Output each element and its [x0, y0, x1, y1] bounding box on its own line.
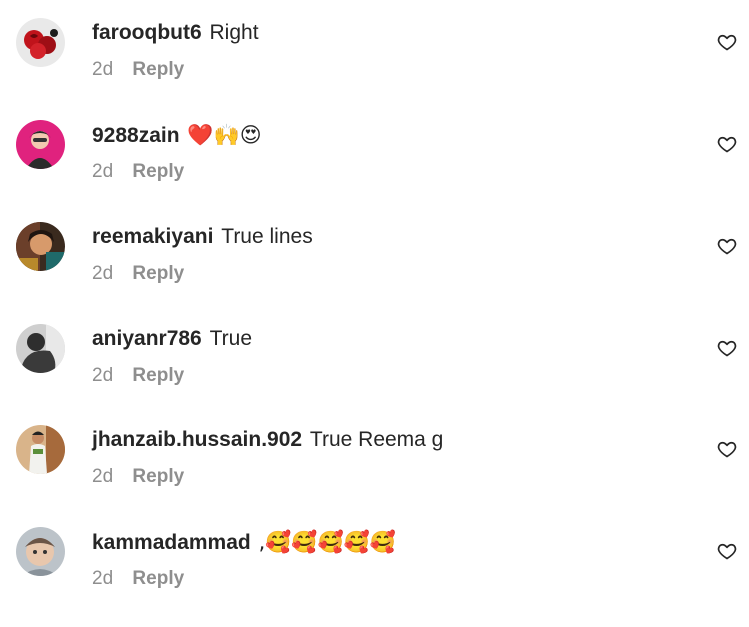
comment-meta: 2d Reply	[92, 567, 184, 591]
comment-meta: 2d Reply	[92, 58, 184, 82]
comment-username[interactable]: reemakiyani	[92, 225, 213, 248]
heart-outline-icon[interactable]	[717, 134, 739, 156]
comment-timestamp: 2d	[92, 568, 114, 589]
avatar[interactable]	[16, 120, 65, 169]
reply-button[interactable]: Reply	[132, 161, 184, 182]
comment-body: 9288zain ❤️🙌😍	[92, 122, 262, 149]
comment-username[interactable]: jhanzaib.hussain.902	[92, 428, 302, 451]
comment-item: kammadammad ,🥰🥰🥰🥰🥰 2d Reply	[0, 527, 749, 627]
comment-body: kammadammad ,🥰🥰🥰🥰🥰	[92, 529, 396, 556]
comment-username[interactable]: 9288zain	[92, 124, 180, 147]
heart-outline-icon[interactable]	[717, 439, 739, 461]
avatar[interactable]	[16, 425, 65, 474]
comment-meta: 2d Reply	[92, 364, 184, 388]
comment-meta: 2d Reply	[92, 465, 184, 489]
comment-item: reemakiyani True lines 2d Reply	[0, 222, 749, 322]
reply-button[interactable]: Reply	[132, 466, 184, 487]
comment-timestamp: 2d	[92, 466, 114, 487]
comment-item: aniyanr786 True 2d Reply	[0, 324, 749, 424]
comment-item: jhanzaib.hussain.902 True Reema g 2d Rep…	[0, 425, 749, 525]
comment-body: jhanzaib.hussain.902 True Reema g	[92, 427, 443, 453]
comment-text: ❤️🙌😍	[187, 123, 262, 147]
comment-list: farooqbut6 Right 2d Reply 9288zain ❤️🙌😍	[0, 0, 749, 608]
comment-text: True	[209, 327, 252, 350]
comment-body: aniyanr786 True	[92, 326, 252, 352]
avatar[interactable]	[16, 18, 65, 67]
comment-username[interactable]: aniyanr786	[92, 327, 202, 350]
reply-button[interactable]: Reply	[132, 59, 184, 80]
comment-text: ,🥰🥰🥰🥰🥰	[258, 530, 397, 554]
comment-timestamp: 2d	[92, 365, 114, 386]
avatar[interactable]	[16, 324, 65, 373]
comment-timestamp: 2d	[92, 59, 114, 80]
reply-button[interactable]: Reply	[132, 365, 184, 386]
comment-item: farooqbut6 Right 2d Reply	[0, 18, 749, 118]
heart-outline-icon[interactable]	[717, 32, 739, 54]
heart-outline-icon[interactable]	[717, 338, 739, 360]
comment-username[interactable]: farooqbut6	[92, 21, 202, 44]
heart-outline-icon[interactable]	[717, 541, 739, 563]
comment-body: farooqbut6 Right	[92, 20, 259, 46]
comment-text: True Reema g	[309, 428, 444, 451]
heart-outline-icon[interactable]	[717, 236, 739, 258]
comment-body: reemakiyani True lines	[92, 224, 313, 250]
comment-text: True lines	[221, 225, 313, 248]
comment-timestamp: 2d	[92, 263, 114, 284]
avatar[interactable]	[16, 527, 65, 576]
reply-button[interactable]: Reply	[132, 568, 184, 589]
comment-meta: 2d Reply	[92, 262, 184, 286]
avatar[interactable]	[16, 222, 65, 271]
comment-meta: 2d Reply	[92, 160, 184, 184]
comment-username[interactable]: kammadammad	[92, 531, 251, 554]
comment-item: 9288zain ❤️🙌😍 2d Reply	[0, 120, 749, 220]
comment-text: Right	[209, 21, 259, 44]
reply-button[interactable]: Reply	[132, 263, 184, 284]
comment-timestamp: 2d	[92, 161, 114, 182]
